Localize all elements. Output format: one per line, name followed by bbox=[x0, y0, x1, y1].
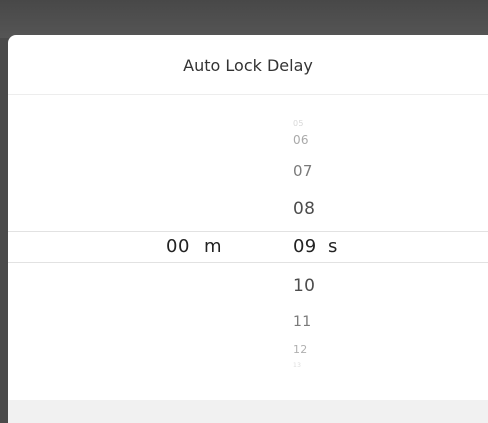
dialog-title: Auto Lock Delay bbox=[183, 55, 313, 75]
time-picker[interactable]: 00 m 05 06 07 08 09 10 11 12 13 s bbox=[8, 95, 488, 400]
seconds-wheel-item[interactable]: 07 bbox=[293, 158, 313, 185]
auto-lock-delay-dialog: Auto Lock Delay 00 m 05 06 07 08 09 10 11 12 13 … bbox=[8, 35, 488, 423]
bottom-action-bar bbox=[8, 400, 488, 423]
seconds-wheel-selected[interactable]: 09 bbox=[293, 232, 317, 262]
minute-wheel-selected[interactable]: 00 bbox=[166, 232, 190, 262]
seconds-wheel-item[interactable]: 11 bbox=[293, 309, 311, 335]
selection-band bbox=[8, 231, 488, 263]
seconds-wheel-item[interactable]: 13 bbox=[293, 357, 301, 375]
second-unit-label: s bbox=[328, 236, 338, 257]
seconds-wheel-item[interactable]: 08 bbox=[293, 195, 315, 224]
seconds-wheel-item[interactable]: 06 bbox=[293, 128, 309, 152]
minute-unit-label: m bbox=[204, 236, 222, 257]
seconds-wheel-item[interactable]: 10 bbox=[293, 272, 315, 301]
dimmed-background-bar bbox=[0, 0, 488, 38]
